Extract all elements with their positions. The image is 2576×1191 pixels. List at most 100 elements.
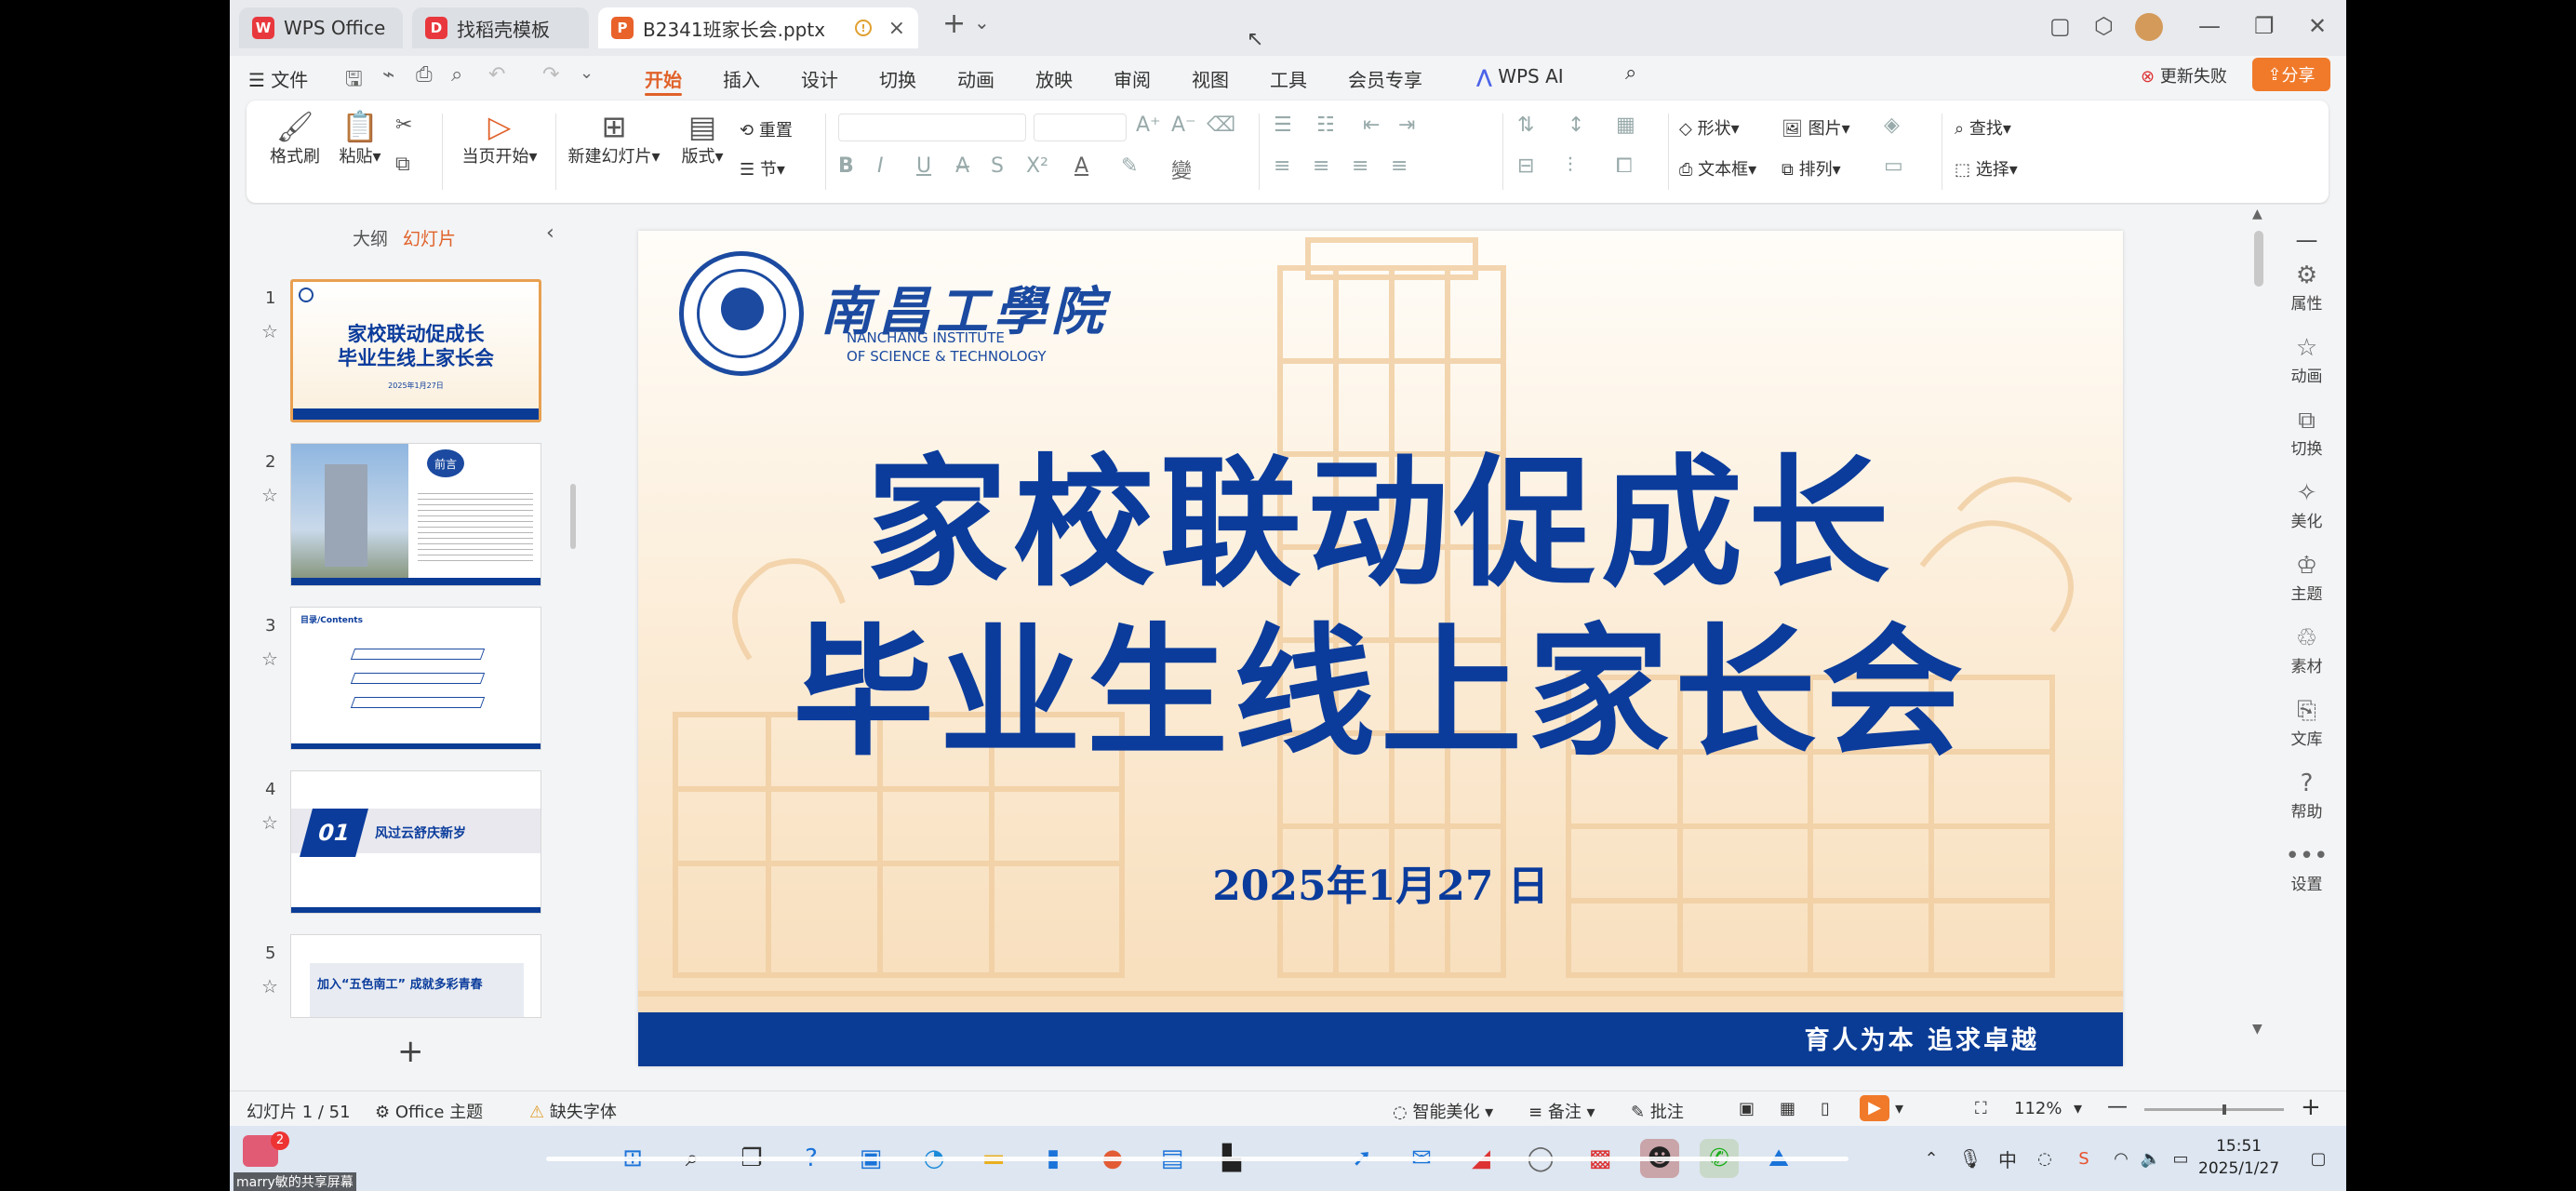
format-painter-button[interactable]: 🖌 格式刷 — [267, 110, 323, 167]
increase-font-icon[interactable]: A⁺ — [1136, 114, 1161, 137]
link-icon[interactable]: ⌁ — [382, 63, 394, 87]
line-spacing-icon[interactable]: ↕ — [1568, 114, 1584, 137]
zoom-slider[interactable] — [2144, 1104, 2284, 1115]
justify-icon[interactable]: ≡ — [1391, 154, 1408, 178]
smart-beautify-button[interactable]: ◌ 智能美化 ▾ — [1393, 1099, 1493, 1123]
menu-tab-tools[interactable]: 工具 — [1270, 65, 1307, 92]
bold-icon[interactable]: B — [838, 154, 854, 178]
share-button[interactable]: ⇪ 分享 — [2252, 58, 2330, 91]
convert-smartart-icon[interactable]: ▦ — [1616, 114, 1635, 137]
zoom-in-icon[interactable]: + — [2301, 1093, 2321, 1121]
missing-font-indicator[interactable]: ⚠ 缺失字体 — [529, 1099, 617, 1123]
menu-tab-review[interactable]: 审阅 — [1114, 65, 1151, 92]
file-menu[interactable]: ☰ 文件 — [248, 65, 308, 92]
search-icon[interactable]: ⌕ — [1625, 61, 1636, 85]
find-button[interactable]: ⌕ 查找▾ — [1955, 115, 2011, 140]
play-options-chevron-icon[interactable]: ▾ — [1895, 1099, 1903, 1118]
window-layout-icon[interactable]: ▢ — [2049, 13, 2071, 39]
shape-button[interactable]: ◇ 形状▾ — [1679, 115, 1740, 140]
print-preview-icon[interactable]: ⌕ — [451, 63, 462, 87]
tab-slides[interactable]: 幻灯片 — [403, 225, 456, 250]
sidebar-properties[interactable]: ⚙ 属性 — [2267, 261, 2346, 314]
section-button[interactable]: ☰ 节▾ — [740, 156, 785, 181]
slide-thumbnail-4[interactable]: 01 风过云舒庆新岁 — [290, 770, 541, 914]
superscript-icon[interactable]: X² — [1026, 154, 1048, 178]
text-direction-icon[interactable]: ⇅ — [1517, 114, 1534, 137]
editor-scrollbar[interactable] — [2254, 231, 2263, 287]
sidebar-transition[interactable]: ⧉ 切换 — [2267, 406, 2346, 459]
new-slide-button[interactable]: ⊞ 新建幻灯片▾ — [563, 110, 665, 167]
layout-button[interactable]: ▤ 版式▾ — [674, 110, 730, 167]
menu-tab-slideshow[interactable]: 放映 — [1035, 65, 1073, 92]
update-failed-status[interactable]: ⊗ 更新失败 — [2141, 63, 2227, 87]
zoom-level-chevron-icon[interactable]: ▾ — [2074, 1099, 2082, 1118]
indent-icon[interactable]: ⇥ — [1398, 114, 1415, 137]
copy-icon[interactable]: ⧉ — [395, 153, 410, 176]
outline-icon[interactable]: ▭ — [1884, 154, 1903, 178]
save-icon[interactable]: 🖫 — [345, 63, 363, 99]
play-slideshow-icon[interactable]: ▶ — [1860, 1095, 1889, 1121]
star-icon[interactable]: ☆ — [261, 484, 278, 506]
menu-tab-view[interactable]: 视图 — [1192, 65, 1229, 92]
maximize-icon[interactable]: ❐ — [2254, 13, 2275, 39]
menu-tab-design[interactable]: 设计 — [801, 65, 838, 92]
collapse-pane-icon[interactable]: ‹ — [546, 221, 554, 245]
close-window-icon[interactable]: ✕ — [2308, 13, 2327, 39]
align-left-icon[interactable]: ≡ — [1274, 154, 1290, 178]
reading-view-icon[interactable]: ▯ — [1821, 1099, 1830, 1118]
tab-list-chevron-icon[interactable]: ⌄ — [974, 11, 990, 33]
select-button[interactable]: ⬚ 选择▾ — [1955, 156, 2018, 181]
sidebar-assets[interactable]: ♲ 素材 — [2267, 623, 2346, 676]
tray-chevron-icon[interactable]: ⌃ — [1912, 1139, 1951, 1178]
char-spacing-icon[interactable]: 變 — [1171, 154, 1192, 184]
slide-date[interactable]: 2025年1月27 日 — [638, 852, 2123, 912]
ime-indicator[interactable]: 中 — [1988, 1139, 2027, 1178]
zoom-level[interactable]: 112% — [2014, 1099, 2062, 1118]
normal-view-icon[interactable]: ▣ — [1739, 1099, 1755, 1118]
underline-icon[interactable]: U — [916, 154, 931, 178]
menu-tab-insert[interactable]: 插入 — [723, 65, 760, 92]
picture-button[interactable]: 🖼 图片▾ — [1782, 115, 1850, 140]
slide-thumbnail-1[interactable]: 家校联动促成长 毕业生线上家长会 2025年1月27日 — [290, 279, 541, 422]
wps-ai-button[interactable]: ⋀ WPS AI — [1476, 65, 1564, 87]
warning-icon[interactable]: ! — [855, 20, 872, 36]
slide-thumbnail-5[interactable]: 加入“五色南工” 成就多彩青春 — [290, 934, 541, 1018]
italic-icon[interactable]: I — [877, 154, 884, 178]
decrease-font-icon[interactable]: A⁻ — [1171, 114, 1196, 137]
scroll-down-icon[interactable]: ▼ — [2252, 1022, 2262, 1037]
sidebar-animation[interactable]: ☆ 动画 — [2267, 333, 2346, 386]
textbox-button[interactable]: ⎙ 文本框▾ — [1679, 156, 1756, 181]
collapse-sidebar-icon[interactable]: — — [2267, 227, 2346, 253]
numbering-icon[interactable]: ☷ — [1316, 114, 1335, 137]
app-tray-icon[interactable]: S — [2064, 1139, 2103, 1178]
video-progress-bar[interactable] — [546, 1157, 1849, 1161]
font-color-icon[interactable]: A — [1074, 154, 1088, 178]
notes-button[interactable]: ≡ 备注 ▾ — [1528, 1099, 1595, 1123]
cut-icon[interactable]: ✂ — [395, 114, 412, 137]
arrange-button[interactable]: ⧉ 排列▾ — [1782, 156, 1841, 181]
battery-icon[interactable]: ▭ — [2161, 1139, 2200, 1178]
shadow-icon[interactable]: S — [991, 154, 1004, 178]
slide-thumbnail-2[interactable]: 前言 — [290, 443, 541, 586]
clear-format-icon[interactable]: ⌫ — [1207, 114, 1235, 137]
align-right-icon[interactable]: ≡ — [1352, 154, 1368, 178]
pane-scrollbar[interactable] — [570, 484, 576, 549]
sorter-view-icon[interactable]: ▦ — [1780, 1099, 1795, 1118]
tab-wps-office[interactable]: W WPS Office — [239, 7, 403, 48]
slide-title-line1[interactable]: 家校联动促成长 — [638, 445, 2123, 603]
star-icon[interactable]: ☆ — [261, 320, 278, 342]
outdent-icon[interactable]: ⇤ — [1363, 114, 1380, 137]
minimize-icon[interactable]: — — [2198, 13, 2221, 39]
theme-indicator[interactable]: ⚙ Office 主题 — [375, 1099, 483, 1123]
slide-canvas[interactable]: 南昌工學院 NANCHANG INSTITUTE OF SCIENCE & TE… — [638, 231, 2123, 1066]
ime-mode-icon[interactable]: ◌ — [2025, 1139, 2064, 1178]
tab-pptx-document[interactable]: P B2341班家长会.pptx ! × — [598, 7, 918, 48]
columns-icon[interactable]: ⫶ — [1568, 154, 1573, 178]
print-icon[interactable]: ⎙ — [416, 63, 433, 87]
new-tab-button[interactable]: + — [942, 7, 966, 40]
star-icon[interactable]: ☆ — [261, 648, 278, 670]
add-slide-button[interactable]: + — [397, 1033, 424, 1070]
strikethrough-icon[interactable]: A̶ — [955, 154, 969, 178]
cube-icon[interactable]: ⬡ — [2094, 13, 2114, 39]
bullets-icon[interactable]: ☰ — [1274, 114, 1292, 137]
